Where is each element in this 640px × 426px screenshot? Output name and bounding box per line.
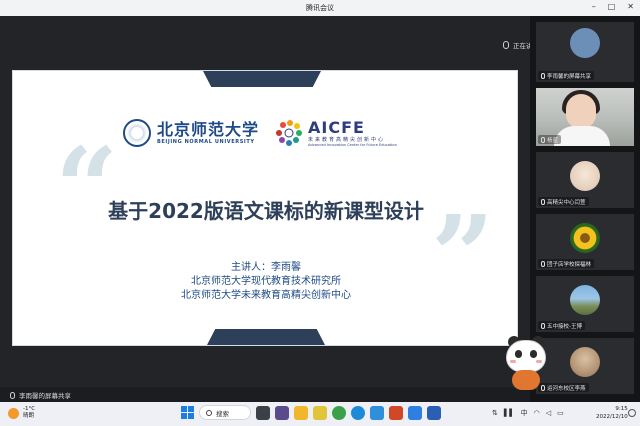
file-explorer-icon[interactable] xyxy=(294,405,308,420)
panda-mascot-icon xyxy=(504,336,548,392)
screen-share-label: 李雨馨的屏幕共享 xyxy=(0,388,530,402)
avatar xyxy=(570,223,600,253)
participant-name: 杨蓝 xyxy=(547,137,559,144)
slide-top-tab xyxy=(203,71,321,87)
avatar xyxy=(570,347,600,377)
aicfe-logo: AICFE 未来教育高精尖创新中心 Advanced Innovation Ce… xyxy=(275,119,397,147)
clock-date: 2022/12/10 xyxy=(596,414,628,420)
participant-video-tile[interactable]: 杨蓝 xyxy=(536,88,634,146)
presenter-affiliation-1: 北京师范大学现代教育技术研究所 xyxy=(191,276,341,287)
tencent-meeting-icon[interactable] xyxy=(408,405,422,420)
edge-browser-icon[interactable] xyxy=(351,405,365,420)
word-icon[interactable] xyxy=(427,405,441,420)
sun-icon xyxy=(8,407,19,419)
clock-time: 9:15 xyxy=(615,406,628,412)
aicfe-name-cn: 未来教育高精尖创新中心 xyxy=(308,137,386,143)
participant-name: 李雨馨的屏幕共享 xyxy=(547,73,592,80)
weather-temp: -1°C xyxy=(23,406,36,412)
participant-name: 团子店学校探福林 xyxy=(547,261,592,268)
mic-icon xyxy=(503,41,509,49)
wechat-icon[interactable] xyxy=(332,405,346,420)
mic-icon xyxy=(541,72,545,79)
close-icon[interactable]: ✕ xyxy=(627,2,634,11)
system-tray: ⇅ ▌▌ 中 ◠ ◁ ▭ xyxy=(492,408,564,418)
powerpoint-icon[interactable] xyxy=(389,405,403,420)
settings-icon[interactable]: ⇅ xyxy=(492,409,498,417)
windows-taskbar: -1°C 晴朗 搜索 ⇅ ▌▌ 中 ◠ ◁ ▭ 9:15 2022/12/10 xyxy=(0,402,640,426)
battery-icon[interactable]: ▭ xyxy=(557,409,564,417)
participant-name: 高精尖中心闫萱 xyxy=(547,199,586,206)
avatar xyxy=(570,285,600,315)
participant-tile[interactable]: 李雨馨的屏幕共享 xyxy=(536,22,634,82)
notification-icon[interactable] xyxy=(628,409,636,417)
avatar xyxy=(570,28,600,58)
taskbar-clock[interactable]: 9:15 2022/12/10 xyxy=(596,405,628,421)
windows-start-icon[interactable] xyxy=(181,406,194,419)
mic-icon xyxy=(541,136,545,143)
bnu-name-cn: 北京师范大学 xyxy=(157,120,260,139)
taskbar-apps: 搜索 xyxy=(181,405,441,420)
avatar xyxy=(570,161,600,191)
app-icon[interactable] xyxy=(370,405,384,420)
speaker-icon[interactable]: ◁ xyxy=(546,409,551,417)
task-view-icon[interactable] xyxy=(256,405,270,420)
presenter-affiliation-2: 北京师范大学未来教育高精尖创新中心 xyxy=(181,290,351,301)
minimize-icon[interactable]: – xyxy=(592,2,596,11)
participant-tile[interactable]: 团子店学校探福林 xyxy=(536,214,634,270)
search-icon xyxy=(206,409,212,416)
wifi-icon[interactable]: ◠ xyxy=(534,409,540,417)
aicfe-name: AICFE xyxy=(308,118,365,137)
app-icon[interactable] xyxy=(275,405,289,420)
bnu-name-en: BEIJING NORMAL UNIVERSITY xyxy=(157,139,255,145)
bnu-seal-icon xyxy=(123,119,151,147)
mic-icon xyxy=(541,260,545,267)
participant-tile[interactable]: 运河东校区李燕 xyxy=(536,338,634,394)
bnu-logo: 北京师范大学 BEIJING NORMAL UNIVERSITY xyxy=(123,119,259,147)
language-indicator[interactable]: 中 xyxy=(521,408,528,418)
participant-tile[interactable]: 五中接校-王博 xyxy=(536,276,634,332)
window-titlebar: 腾讯会议 – □ ✕ xyxy=(0,0,640,16)
window-title: 腾讯会议 xyxy=(306,4,334,12)
participant-name: 五中接校-王博 xyxy=(547,323,582,330)
window-controls: – □ ✕ xyxy=(592,2,634,11)
aicfe-name-en: Advanced Innovation Center for Future Ed… xyxy=(308,143,397,147)
aicfe-mark-icon xyxy=(276,120,302,146)
mic-icon xyxy=(541,198,545,205)
presenter-info: 主讲人：李雨馨 北京师范大学现代教育技术研究所 北京师范大学未来教育高精尖创新中… xyxy=(13,261,517,303)
slide-bottom-tab xyxy=(207,329,325,345)
weather-desc: 晴朗 xyxy=(23,413,35,419)
open-quote-icon: “ xyxy=(55,123,119,252)
taskbar-search[interactable]: 搜索 xyxy=(199,405,251,420)
participant-tile[interactable]: 高精尖中心闫萱 xyxy=(536,152,634,208)
slide-title: 基于2022版语文课标的新课型设计 xyxy=(108,199,424,223)
maximize-icon[interactable]: □ xyxy=(608,2,616,11)
weather-widget[interactable]: -1°C 晴朗 xyxy=(8,406,35,420)
search-label: 搜索 xyxy=(216,409,229,418)
mic-icon xyxy=(10,391,15,399)
shared-slide: 北京师范大学 BEIJING NORMAL UNIVERSITY AICFE 未… xyxy=(12,70,518,346)
audio-level-icon[interactable]: ▌▌ xyxy=(504,409,515,417)
presenter-name: 主讲人：李雨馨 xyxy=(231,262,301,273)
app-icon[interactable] xyxy=(313,405,327,420)
participant-name: 运河东校区李燕 xyxy=(547,385,586,392)
screen-share-name: 李雨馨的屏幕共享 xyxy=(19,392,71,400)
mic-icon xyxy=(541,322,545,329)
